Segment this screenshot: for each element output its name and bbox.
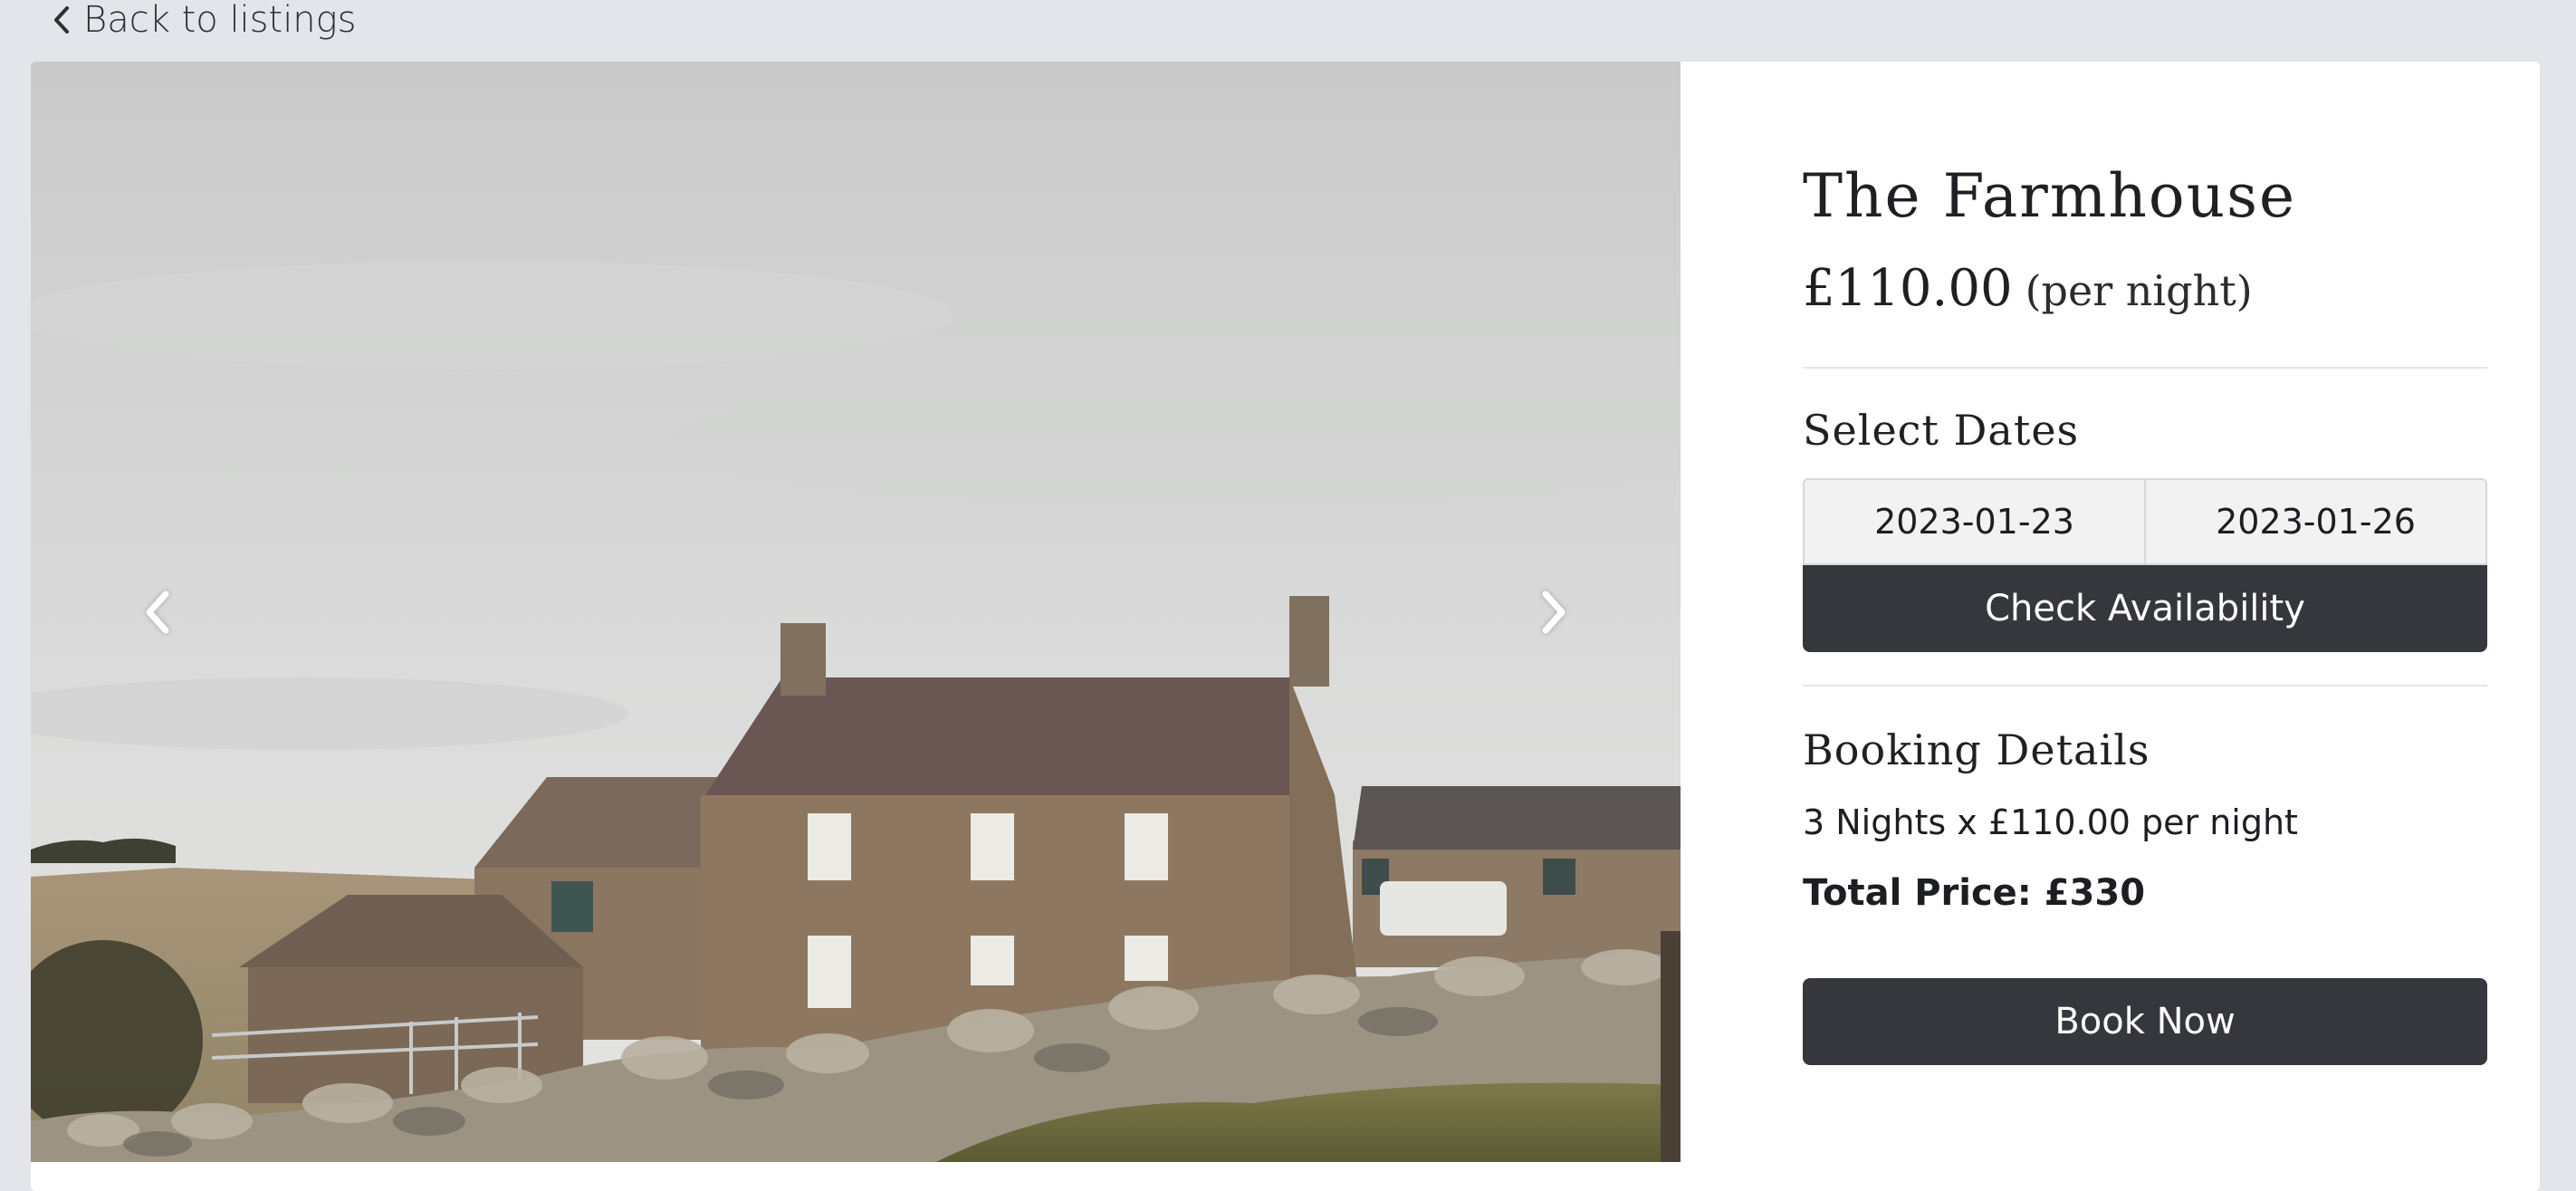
carousel-next-button[interactable] bbox=[1427, 62, 1681, 1162]
chevron-left-icon bbox=[53, 5, 71, 34]
photo-carousel bbox=[31, 62, 1681, 1162]
carousel-prev-button[interactable] bbox=[31, 62, 284, 1162]
booking-details-heading: Booking Details bbox=[1803, 725, 2150, 774]
back-to-listings-link[interactable]: Back to listings bbox=[53, 0, 357, 41]
chevron-right-icon bbox=[1538, 589, 1569, 636]
divider bbox=[1803, 685, 2487, 687]
listing-card: The Farmhouse £110.00 (per night) Select … bbox=[31, 62, 2540, 1191]
price-row: £110.00 (per night) bbox=[1803, 259, 2253, 318]
chevron-left-icon bbox=[142, 589, 173, 636]
book-now-button[interactable]: Book Now bbox=[1803, 978, 2487, 1065]
price-unit: (per night) bbox=[2025, 266, 2253, 315]
listing-title: The Farmhouse bbox=[1803, 161, 2297, 231]
nightly-price: £110.00 bbox=[1803, 259, 2013, 318]
divider bbox=[1803, 367, 2487, 369]
nights-summary: 3 Nights x £110.00 per night bbox=[1803, 802, 2298, 842]
end-date-field[interactable]: 2023-01-26 bbox=[2145, 478, 2487, 565]
back-link-label: Back to listings bbox=[83, 0, 357, 41]
start-date-field[interactable]: 2023-01-23 bbox=[1803, 478, 2145, 565]
booking-panel: The Farmhouse £110.00 (per night) Select … bbox=[1803, 62, 2487, 1162]
date-range-picker: 2023-01-23 2023-01-26 bbox=[1803, 478, 2487, 565]
total-price: Total Price: £330 bbox=[1803, 872, 2146, 914]
check-availability-button[interactable]: Check Availability bbox=[1803, 565, 2487, 652]
select-dates-heading: Select Dates bbox=[1803, 406, 2080, 455]
